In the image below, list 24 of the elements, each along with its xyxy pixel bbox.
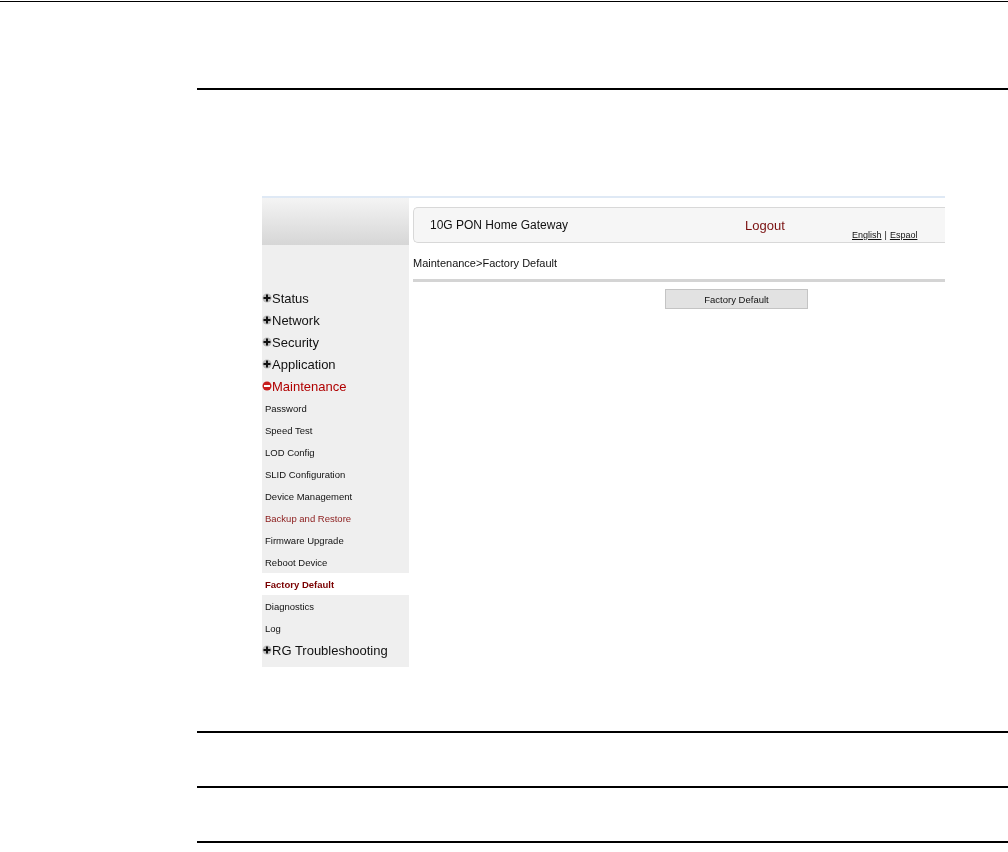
submenu-item[interactable]: LOD Config [262,441,409,463]
menu-item[interactable]: Status [262,287,409,309]
submenu-item[interactable]: Speed Test [262,419,409,441]
submenu-item[interactable]: SLID Configuration [262,463,409,485]
submenu-item[interactable]: Device Management [262,485,409,507]
logout-link[interactable]: Logout [745,217,785,233]
factory-default-button[interactable]: Factory Default [665,289,808,309]
gateway-title: 10G PON Home Gateway [430,218,569,232]
submenu-item[interactable]: Password [262,397,409,419]
breadcrumb: Maintenance>Factory Default [413,257,558,269]
submenu-item[interactable]: Factory Default [262,573,409,595]
submenu-item[interactable]: Log [262,617,409,639]
submenu-item[interactable]: Firmware Upgrade [262,529,409,551]
language-link[interactable]: English [852,230,882,240]
submenu-item[interactable]: Diagnostics [262,595,409,617]
language-link[interactable]: Espaol [889,230,918,240]
menu-item[interactable]: RG Troubleshooting [262,639,409,661]
submenu-item[interactable]: Reboot Device [262,551,409,573]
menu-item[interactable]: Maintenance [262,375,409,397]
menu-item[interactable]: Security [262,331,409,353]
menu-item[interactable]: Network [262,309,409,331]
separator: | [884,230,887,240]
menu-item[interactable]: Application [262,353,409,375]
submenu-item[interactable]: Backup and Restore [262,507,409,529]
